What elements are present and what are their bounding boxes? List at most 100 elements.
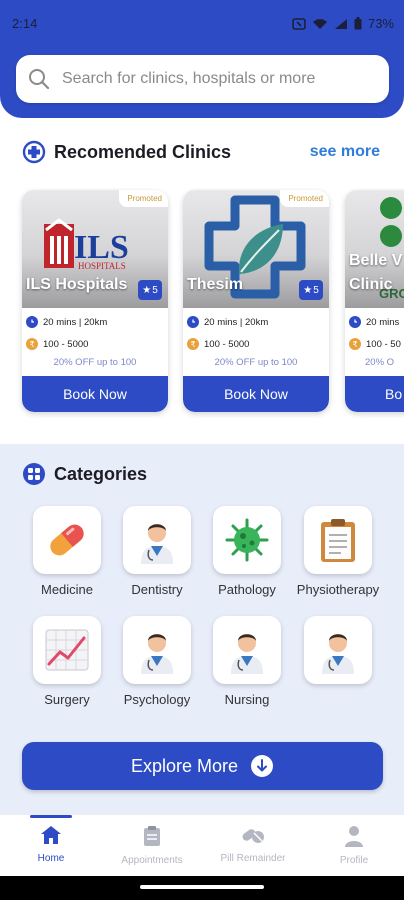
clock-icon — [187, 316, 199, 328]
nav-profile[interactable]: Profile — [304, 825, 404, 866]
clinic-image: Promoted Thesim ★ 5 — [183, 190, 329, 308]
offer-text: 20% OFF up to 100 — [53, 357, 137, 368]
categories-header: Categories — [22, 462, 147, 486]
price-text: 100 - 5000 — [204, 338, 250, 350]
home-gesture-handle[interactable] — [140, 885, 264, 889]
clinic-card[interactable]: GRO Belle V Clinic 20 mins ₹ 100 - 50 20… — [345, 190, 404, 412]
nav-appointments[interactable]: Appointments — [102, 825, 202, 866]
clinic-carousel[interactable]: ILS HOSPITALS Promoted ILS Hospitals ★ 5 … — [0, 188, 404, 418]
category-surgery[interactable]: Surgery — [22, 616, 112, 707]
doctor-icon — [231, 634, 263, 674]
search-bar[interactable] — [16, 55, 389, 103]
category-psychology[interactable]: Psychology — [112, 616, 202, 707]
star-icon: ★ — [303, 284, 313, 296]
price-row: ₹ 100 - 5000 — [183, 334, 329, 354]
price-row: ₹ 100 - 5000 — [22, 334, 168, 354]
nav-label: Pill Remainder — [220, 853, 286, 864]
search-input[interactable] — [62, 70, 382, 88]
category-tile[interactable] — [213, 616, 281, 684]
explore-more-button[interactable]: Explore More — [22, 742, 383, 790]
distance-row: 20 mins | 20km — [22, 312, 168, 332]
status-icons: 73% — [292, 16, 394, 31]
nav-label: Appointments — [121, 855, 183, 866]
category-label: Nursing — [224, 692, 270, 707]
nav-label: Home — [37, 853, 65, 864]
offer-text: 20% O — [365, 357, 395, 368]
clinic-name: ILS Hospitals — [26, 276, 128, 293]
distance-text: 20 mins — [366, 316, 400, 328]
coin-icon: ₹ — [26, 338, 38, 350]
battery-icon — [354, 17, 362, 30]
promoted-badge: Promoted — [119, 190, 168, 207]
category-tile[interactable] — [123, 616, 191, 684]
category-tile[interactable] — [304, 506, 372, 574]
recommended-header: Recomended Clinics see more — [22, 138, 382, 166]
category-tile[interactable] — [123, 506, 191, 574]
clinic-card[interactable]: Promoted Thesim ★ 5 20 mins | 20km ₹ 100 … — [183, 190, 329, 412]
category-physiotherapy[interactable]: Physiotherapy — [293, 506, 383, 597]
grid-icon — [23, 463, 45, 485]
category-tile[interactable] — [33, 506, 101, 574]
clinic-name: Belle V — [349, 252, 403, 269]
book-now-button[interactable]: Bo — [345, 376, 404, 412]
categories-title: Categories — [54, 463, 148, 484]
pill-icon — [50, 524, 84, 556]
arrow-down-circle-icon — [251, 755, 274, 777]
category-medicine[interactable]: Medicine — [22, 506, 112, 597]
nav-label: Profile — [339, 855, 369, 866]
profile-icon — [345, 826, 363, 847]
doctor-icon — [141, 524, 173, 564]
battery-level: 73% — [367, 16, 394, 31]
clipboard-icon — [321, 519, 355, 562]
virus-icon — [225, 518, 269, 562]
book-now-button[interactable]: Book Now — [22, 376, 168, 412]
category-dentistry[interactable]: Dentistry — [112, 506, 202, 597]
distance-text: 20 mins | 20km — [204, 316, 269, 328]
status-time: 2:14 — [12, 16, 38, 31]
rating-badge: ★ 5 — [138, 280, 162, 300]
clinic-card[interactable]: ILS HOSPITALS Promoted ILS Hospitals ★ 5 … — [22, 190, 168, 412]
rating-value: 5 — [313, 284, 319, 296]
rating-value: 5 — [152, 284, 158, 296]
distance-row: 20 mins — [345, 312, 404, 332]
clinic-name: Thesim — [187, 276, 244, 293]
category-nursing[interactable]: Nursing — [202, 616, 292, 707]
search-icon — [29, 69, 50, 90]
clock-icon — [349, 316, 361, 328]
promoted-badge: Promoted — [280, 190, 329, 207]
clinic-image: GRO Belle V Clinic — [345, 190, 404, 308]
star-icon: ★ — [142, 284, 152, 296]
price-text: 100 - 5000 — [43, 338, 89, 350]
book-now-button[interactable]: Book Now — [183, 376, 329, 412]
categories-section: Categories Medicine Dentistry Pathology … — [0, 444, 404, 814]
gesture-bar — [0, 876, 404, 900]
appointments-icon — [144, 826, 160, 846]
nav-home[interactable]: Home — [1, 825, 101, 864]
medical-cross-icon — [22, 140, 46, 164]
clock-icon — [26, 316, 38, 328]
nav-pill-remainder[interactable]: Pill Remainder — [203, 825, 303, 864]
signal-icon — [334, 18, 347, 29]
pill-remainder-icon — [242, 829, 264, 843]
chart-icon — [45, 629, 89, 671]
category-tile[interactable] — [213, 506, 281, 574]
category-pathology[interactable]: Pathology — [202, 506, 292, 597]
see-more-link[interactable]: see more — [310, 143, 380, 161]
explore-more-label: Explore More — [130, 755, 239, 776]
distance-row: 20 mins | 20km — [183, 312, 329, 332]
home-icon — [41, 826, 61, 844]
price-text: 100 - 50 — [366, 338, 401, 350]
bottom-nav: Home Appointments Pill Remainder Profile — [0, 814, 404, 876]
category-tile[interactable] — [304, 616, 372, 684]
doctor-icon — [322, 634, 354, 674]
recommended-title: Recomended Clinics — [54, 141, 232, 162]
price-row: ₹ 100 - 50 — [345, 334, 404, 354]
clinic-name-line2: Clinic — [349, 276, 393, 293]
status-bar: 2:14 73% — [0, 0, 404, 40]
category-label: Pathology — [218, 582, 276, 597]
category-item[interactable] — [293, 616, 383, 692]
category-tile[interactable] — [33, 616, 101, 684]
rating-badge: ★ 5 — [299, 280, 323, 300]
coin-icon: ₹ — [349, 338, 361, 350]
header: 2:14 73% — [0, 0, 404, 118]
